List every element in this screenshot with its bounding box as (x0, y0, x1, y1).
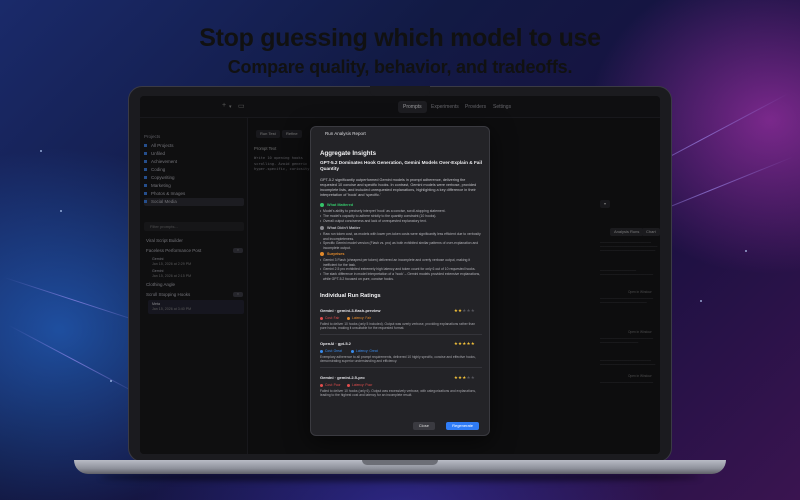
close-button[interactable]: Close (412, 422, 435, 430)
marketing-headline: Stop guessing which model to use (199, 24, 601, 52)
run-model-name: Gemini · gemini-3-flash-preview (320, 308, 381, 313)
modal-window-title: Run Analysis Report (325, 131, 366, 136)
insight-bullet: Raw run token cost, as models with lower… (320, 232, 483, 241)
latency-label: Latency: Fair (352, 316, 372, 320)
cost-label: Cost: Fair (325, 316, 340, 320)
dollar-icon (320, 383, 323, 387)
cost-badge: Cost: Great (320, 349, 342, 353)
latency-badge: Latency: Poor (347, 383, 372, 387)
dollar-icon (320, 349, 323, 353)
insight-summary: GPT-5.2 significantly outperformed Gemin… (320, 178, 477, 197)
divider (320, 334, 482, 335)
star-icon: ★★★★★ (453, 341, 475, 346)
lightning-icon (320, 252, 324, 256)
star-empty-icon: ★★★ (462, 308, 475, 313)
star-dot (110, 380, 112, 382)
latency-badge: Latency: Fair (347, 316, 371, 320)
cost-badge: Cost: Fair (320, 316, 339, 320)
regenerate-button[interactable]: Regenerate (446, 422, 479, 430)
individual-ratings-title: Individual Run Ratings (320, 293, 381, 299)
divider (320, 367, 482, 368)
dollar-icon (320, 316, 323, 320)
check-circle-icon (320, 203, 324, 207)
marketing-subheadline: Compare quality, behavior, and tradeoffs… (227, 57, 573, 77)
minus-circle-icon (320, 226, 324, 230)
cost-label: Cost: Great (325, 349, 342, 353)
insight-bullet: The model's capacity to adhere strictly … (320, 214, 483, 219)
run-analysis-modal: Run Analysis Report Aggregate Insights G… (310, 126, 490, 436)
star-dot (60, 210, 62, 212)
what-didnt-matter-header: What Didn't Matter (320, 226, 360, 230)
run-description: Failed to deliver 10 hooks (only 6). Out… (320, 389, 476, 398)
section-title: Surprises (327, 252, 345, 256)
star-rating: ★★★★★ (454, 341, 475, 347)
section-title: What Didn't Matter (327, 226, 361, 230)
insight-bullet: Specific Gemini model version (Flash vs.… (320, 241, 483, 250)
insight-bullet: Overall output conciseness and lack of u… (320, 219, 483, 224)
star-icon: ★★★ (453, 375, 467, 380)
star-dot (700, 300, 702, 302)
camera-notch (370, 86, 430, 96)
cost-badge: Cost: Poor (320, 383, 341, 387)
insight-bullet: Gemini 3 Flash (cheapest per token) deli… (320, 258, 483, 267)
latency-label: Latency: Great (356, 349, 378, 353)
run-description: Exemplary adherence to all prompt requir… (320, 355, 476, 364)
laptop-base-notch (362, 460, 438, 465)
star-dot (745, 250, 747, 252)
surprises-header: Surprises (320, 252, 345, 256)
clock-icon (351, 349, 354, 353)
section-title: What Mattered (327, 203, 354, 207)
run-model-name: OpenAI · gpt-5.2 (320, 341, 351, 346)
insight-bullet: Model's ability to precisely interpret '… (320, 209, 483, 214)
clock-icon (347, 316, 350, 320)
aggregate-insights-title: Aggregate Insights (320, 150, 377, 157)
insight-bullet: The stark difference in model interpreta… (320, 272, 483, 281)
star-rating: ★★★★★ (454, 375, 475, 381)
star-dot (40, 150, 42, 152)
star-empty-icon: ★★ (466, 375, 475, 380)
run-description: Failed to deliver 10 hooks (only 5 inclu… (320, 322, 476, 331)
what-mattered-header: What Mattered (320, 203, 353, 207)
latency-badge: Latency: Great (351, 349, 378, 353)
latency-label: Latency: Poor (352, 383, 373, 387)
insight-headline: GPT-5.2 Dominates Hook Generation, Gemin… (320, 160, 483, 171)
run-model-name: Gemini · gemini-2.5-pro (320, 375, 365, 380)
star-rating: ★★★★★ (454, 308, 475, 314)
cost-label: Cost: Poor (325, 383, 341, 387)
app-window: + ▾ ▭ Prompts Experiments Providers Sett… (140, 96, 660, 454)
insight-bullet: Gemini 2.5 pro exhibited extremely high … (320, 267, 483, 272)
clock-icon (347, 383, 350, 387)
